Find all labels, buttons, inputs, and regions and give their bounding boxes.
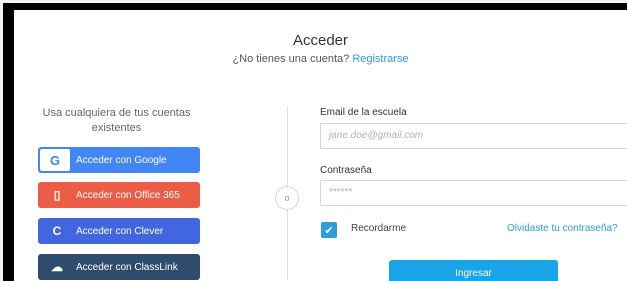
office365-login-button[interactable]: ▯ Acceder con Office 365 <box>38 182 200 208</box>
signup-prompt-text: ¿No tienes una cuenta? <box>232 53 350 65</box>
classlink-login-label: Acceder con ClassLink <box>76 261 178 273</box>
remember-checkbox[interactable]: ✔ <box>321 222 337 238</box>
sso-intro-text: Usa cualquiera de tus cuentas existentes <box>42 107 191 134</box>
email-field[interactable]: jane.doe@gmail.com <box>320 123 627 149</box>
clever-icon: C <box>52 224 62 238</box>
office365-login-label: Acceder con Office 365 <box>76 189 180 201</box>
password-label: Contraseña <box>320 165 372 176</box>
submit-button[interactable]: Ingresar <box>389 260 558 281</box>
signup-prompt: ¿No tienes una cuenta? Registrarse <box>14 53 627 65</box>
password-field[interactable]: ****** <box>320 180 627 206</box>
login-card: Acceder ¿No tienes una cuenta? Registrar… <box>14 10 627 281</box>
classlink-login-button[interactable]: ☁ Acceder con ClassLink <box>38 254 200 280</box>
page-title: Acceder <box>292 32 349 49</box>
signup-link[interactable]: Registrarse <box>352 53 408 65</box>
clever-login-label: Acceder con Clever <box>76 225 164 237</box>
google-login-button[interactable]: G Acceder con Google <box>38 147 200 173</box>
office-icon: ▯ <box>53 188 61 202</box>
clever-login-button[interactable]: C Acceder con Clever <box>38 218 200 244</box>
forgot-password-link[interactable]: Olvidaste tu contraseña? <box>507 223 618 234</box>
email-label: Email de la escuela <box>320 107 407 118</box>
google-login-label: Acceder con Google <box>76 154 167 166</box>
google-icon: G <box>40 149 70 171</box>
or-separator: o <box>275 186 299 210</box>
classlink-icon: ☁ <box>51 260 63 274</box>
remember-label: Recordarme <box>351 223 407 234</box>
